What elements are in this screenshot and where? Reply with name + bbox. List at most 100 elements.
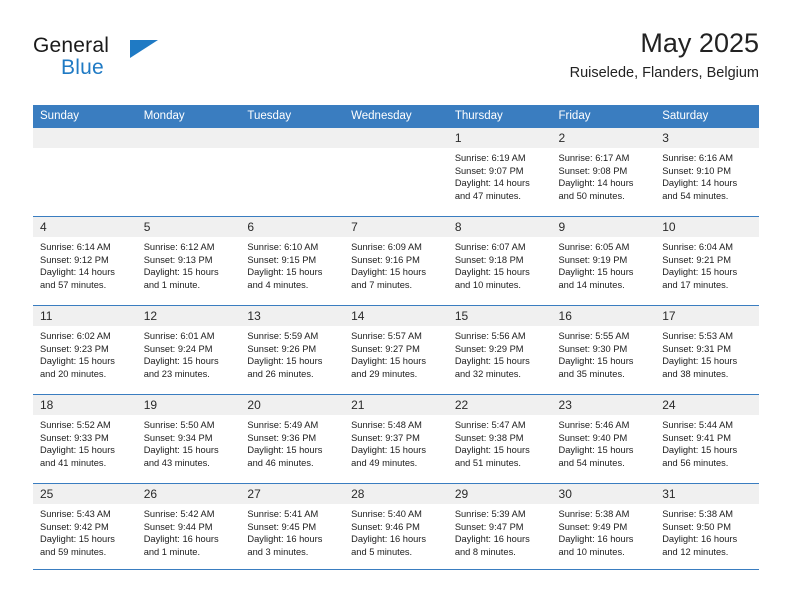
daylight-text-line2: and 1 minute. (143, 279, 201, 290)
bottom-divider (33, 569, 759, 570)
daylight-text-line1: Daylight: 14 hours (662, 178, 738, 189)
calendar-day-cell[interactable]: 16 Sunrise: 5:55 AM Sunset: 9:30 PM Dayligh… (551, 305, 656, 395)
sunrise-text: Sunrise: 5:41 AM (247, 509, 319, 519)
calendar-day-cell[interactable]: 21 Sunrise: 5:48 AM Sunset: 9:37 PM Dayligh… (344, 394, 448, 484)
day-number: 8 (447, 217, 552, 237)
sunset-text: Sunset: 9:30 PM (558, 343, 628, 354)
calendar-day-cell[interactable]: 31 Sunrise: 5:38 AM Sunset: 9:50 PM Dayligh… (655, 483, 759, 572)
calendar-day-cell[interactable]: 8 Sunrise: 6:07 AM Sunset: 9:18 PM Daylight… (447, 216, 552, 306)
calendar-day-cell[interactable]: 24 Sunrise: 5:44 AM Sunset: 9:41 PM Dayligh… (655, 394, 759, 484)
day-number: 31 (655, 484, 759, 504)
calendar-day-cell[interactable]: 13 Sunrise: 5:59 AM Sunset: 9:26 PM Dayligh… (240, 305, 345, 395)
day-number: 16 (551, 306, 656, 326)
day-sun-info: Sunrise: 6:04 AM Sunset: 9:21 PM Daylight:… (655, 237, 759, 291)
day-sun-info: Sunrise: 6:05 AM Sunset: 9:19 PM Daylight:… (552, 237, 656, 291)
daylight-text-line1: Daylight: 15 hours (558, 267, 634, 278)
daylight-text-line2: and 41 minutes. (40, 457, 107, 468)
weekday-header-thursday: Thursday (447, 105, 552, 128)
calendar-cell-empty (136, 128, 241, 217)
day-sun-info: Sunrise: 5:42 AM Sunset: 9:44 PM Daylight:… (137, 504, 241, 558)
sunrise-text: Sunrise: 5:44 AM (662, 420, 734, 430)
calendar-day-cell[interactable]: 10 Sunrise: 6:04 AM Sunset: 9:21 PM Dayligh… (655, 216, 759, 306)
calendar-day-cell[interactable]: 18 Sunrise: 5:52 AM Sunset: 9:33 PM Dayligh… (33, 394, 137, 484)
general-blue-logo[interactable]: General Blue (33, 34, 253, 90)
daylight-text-line2: and 32 minutes. (454, 368, 521, 379)
calendar-day-cell[interactable]: 1 Sunrise: 6:19 AM Sunset: 9:07 PM Daylight… (447, 128, 552, 217)
sunrise-text: Sunrise: 5:47 AM (454, 420, 526, 430)
calendar-day-cell[interactable]: 11 Sunrise: 6:02 AM Sunset: 9:23 PM Dayligh… (33, 305, 137, 395)
daylight-text-line2: and 51 minutes. (454, 457, 521, 468)
location-subtitle: Ruiselede, Flanders, Belgium (569, 65, 759, 82)
daylight-text-line2: and 29 minutes. (351, 368, 418, 379)
calendar-cell-empty (344, 128, 448, 217)
daylight-text-line1: Daylight: 15 hours (143, 356, 219, 367)
calendar-day-cell[interactable]: 5 Sunrise: 6:12 AM Sunset: 9:13 PM Daylight… (136, 216, 241, 306)
calendar-day-cell[interactable]: 22 Sunrise: 5:47 AM Sunset: 9:38 PM Dayligh… (447, 394, 552, 484)
sunrise-text: Sunrise: 5:59 AM (247, 331, 319, 341)
calendar-day-cell[interactable]: 28 Sunrise: 5:40 AM Sunset: 9:46 PM Dayligh… (344, 483, 448, 572)
sunrise-text: Sunrise: 6:12 AM (143, 242, 215, 252)
daylight-text-line2: and 14 minutes. (558, 279, 625, 290)
calendar-day-cell[interactable]: 29 Sunrise: 5:39 AM Sunset: 9:47 PM Dayligh… (447, 483, 552, 572)
weekday-header-row: Sunday Monday Tuesday Wednesday Thursday… (33, 105, 759, 128)
daylight-text-line1: Daylight: 15 hours (454, 267, 530, 278)
sunset-text: Sunset: 9:15 PM (247, 254, 317, 265)
calendar-week-row: 11 Sunrise: 6:02 AM Sunset: 9:23 PM Dayligh… (33, 305, 759, 395)
calendar-week-row: 1 Sunrise: 6:19 AM Sunset: 9:07 PM Daylight… (33, 128, 759, 217)
sunrise-text: Sunrise: 5:38 AM (662, 509, 734, 519)
daylight-text-line1: Daylight: 15 hours (351, 267, 427, 278)
calendar-day-cell[interactable]: 19 Sunrise: 5:50 AM Sunset: 9:34 PM Dayligh… (136, 394, 241, 484)
calendar-day-cell[interactable]: 25 Sunrise: 5:43 AM Sunset: 9:42 PM Dayligh… (33, 483, 137, 572)
day-number (136, 128, 241, 148)
day-sun-info: Sunrise: 5:53 AM Sunset: 9:31 PM Daylight:… (655, 326, 759, 380)
calendar-day-cell[interactable]: 30 Sunrise: 5:38 AM Sunset: 9:49 PM Dayligh… (551, 483, 656, 572)
day-number: 14 (344, 306, 448, 326)
calendar-day-cell[interactable]: 27 Sunrise: 5:41 AM Sunset: 9:45 PM Dayligh… (240, 483, 345, 572)
daylight-text-line2: and 43 minutes. (143, 457, 210, 468)
daylight-text-line1: Daylight: 16 hours (662, 534, 738, 545)
daylight-text-line1: Daylight: 15 hours (351, 356, 427, 367)
daylight-text-line2: and 3 minutes. (247, 546, 309, 557)
sunset-text: Sunset: 9:44 PM (143, 521, 213, 532)
calendar-cell-empty (33, 128, 137, 217)
sunrise-text: Sunrise: 5:49 AM (247, 420, 319, 430)
day-number: 4 (33, 217, 137, 237)
calendar-grid: Sunday Monday Tuesday Wednesday Thursday… (33, 105, 759, 572)
day-number: 21 (344, 395, 448, 415)
calendar-day-cell[interactable]: 17 Sunrise: 5:53 AM Sunset: 9:31 PM Dayligh… (655, 305, 759, 395)
day-sun-info: Sunrise: 5:40 AM Sunset: 9:46 PM Daylight:… (344, 504, 448, 558)
daylight-text-line1: Daylight: 14 hours (558, 178, 634, 189)
sunset-text: Sunset: 9:24 PM (143, 343, 213, 354)
sunrise-text: Sunrise: 6:09 AM (351, 242, 422, 252)
day-number: 27 (240, 484, 345, 504)
daylight-text-line1: Daylight: 15 hours (40, 445, 115, 456)
sunrise-text: Sunrise: 5:40 AM (351, 509, 422, 519)
calendar-day-cell[interactable]: 14 Sunrise: 5:57 AM Sunset: 9:27 PM Dayligh… (344, 305, 448, 395)
calendar-day-cell[interactable]: 6 Sunrise: 6:10 AM Sunset: 9:15 PM Daylight… (240, 216, 345, 306)
calendar-day-cell[interactable]: 3 Sunrise: 6:16 AM Sunset: 9:10 PM Daylight… (655, 128, 759, 217)
sunrise-text: Sunrise: 6:14 AM (40, 242, 111, 252)
day-number: 25 (33, 484, 137, 504)
sunset-text: Sunset: 9:41 PM (662, 432, 731, 443)
weekday-header-saturday: Saturday (655, 105, 759, 128)
calendar-day-cell[interactable]: 2 Sunrise: 6:17 AM Sunset: 9:08 PM Daylight… (551, 128, 656, 217)
weekday-header-sunday: Sunday (33, 105, 137, 128)
day-number: 11 (33, 306, 137, 326)
weekday-header-monday: Monday (136, 105, 241, 128)
daylight-text-line1: Daylight: 14 hours (454, 178, 530, 189)
calendar-day-cell[interactable]: 12 Sunrise: 6:01 AM Sunset: 9:24 PM Dayligh… (136, 305, 241, 395)
calendar-day-cell[interactable]: 4 Sunrise: 6:14 AM Sunset: 9:12 PM Daylight… (33, 216, 137, 306)
daylight-text-line2: and 1 minute. (143, 546, 201, 557)
sunrise-text: Sunrise: 5:48 AM (351, 420, 422, 430)
calendar-day-cell[interactable]: 7 Sunrise: 6:09 AM Sunset: 9:16 PM Daylight… (344, 216, 448, 306)
calendar-day-cell[interactable]: 15 Sunrise: 5:56 AM Sunset: 9:29 PM Dayligh… (447, 305, 552, 395)
calendar-day-cell[interactable]: 26 Sunrise: 5:42 AM Sunset: 9:44 PM Dayligh… (136, 483, 241, 572)
calendar-body: 1 Sunrise: 6:19 AM Sunset: 9:07 PM Daylight… (33, 128, 759, 572)
sunrise-text: Sunrise: 5:46 AM (558, 420, 630, 430)
calendar-day-cell[interactable]: 23 Sunrise: 5:46 AM Sunset: 9:40 PM Dayligh… (551, 394, 656, 484)
calendar-day-cell[interactable]: 9 Sunrise: 6:05 AM Sunset: 9:19 PM Daylight… (551, 216, 656, 306)
daylight-text-line2: and 26 minutes. (247, 368, 314, 379)
sunset-text: Sunset: 9:16 PM (351, 254, 420, 265)
calendar-day-cell[interactable]: 20 Sunrise: 5:49 AM Sunset: 9:36 PM Dayligh… (240, 394, 345, 484)
day-sun-info: Sunrise: 6:17 AM Sunset: 9:08 PM Daylight:… (552, 148, 656, 202)
